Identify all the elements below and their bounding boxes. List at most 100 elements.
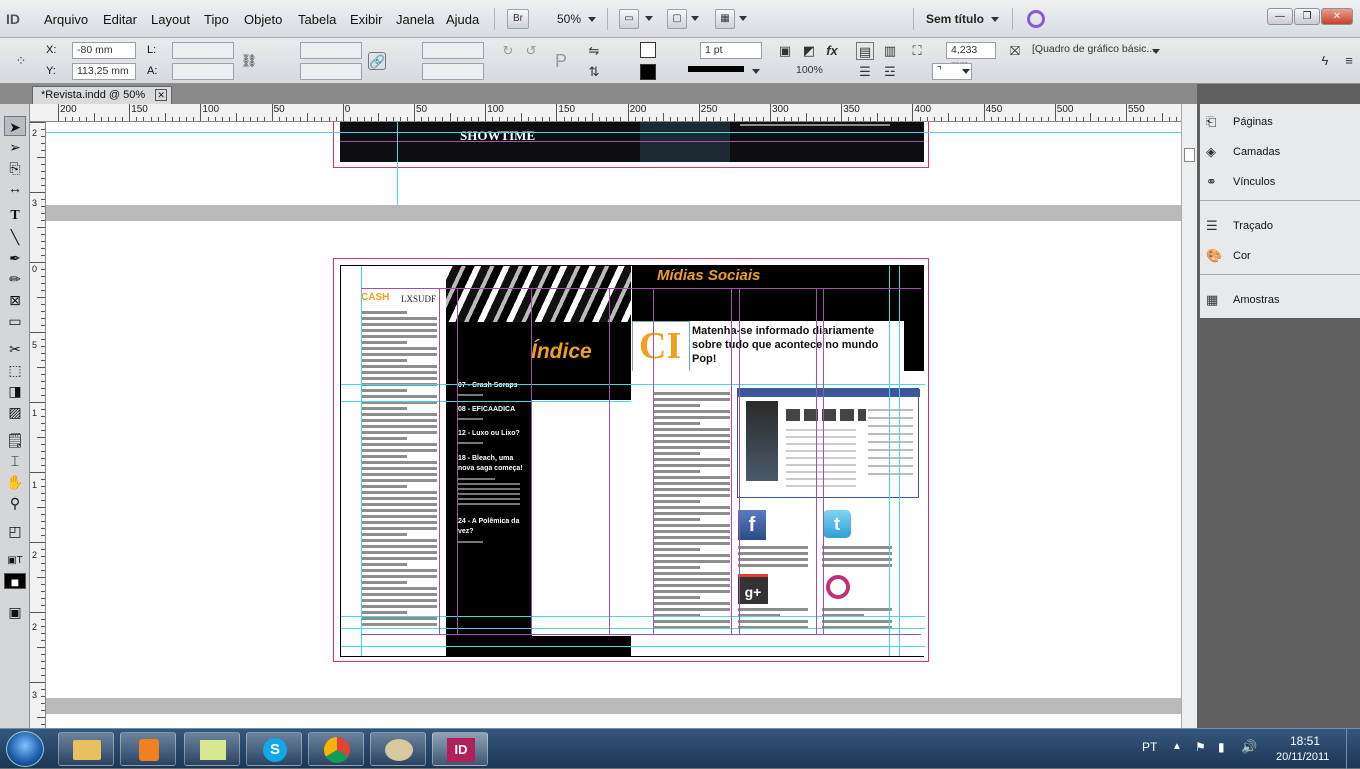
hand-tool-icon[interactable]: ✋	[4, 472, 26, 492]
panel-vinculos[interactable]: ⚭ Vínculos	[1200, 168, 1360, 196]
width-field[interactable]	[172, 42, 234, 59]
page-tool-icon[interactable]: ⎘	[4, 158, 26, 178]
flip-v-icon[interactable]: ⇅	[585, 63, 603, 81]
menu-layout[interactable]: Layout	[151, 12, 190, 27]
document-tab[interactable]: *Revista.indd @ 50% ✕	[32, 86, 173, 104]
stroke-weight-field[interactable]: 1 pt	[700, 42, 762, 59]
panel-camadas[interactable]: ◈ Camadas	[1200, 138, 1360, 166]
text-p-icon[interactable]: P	[552, 52, 570, 70]
vertical-scrollbar[interactable]	[1181, 104, 1197, 728]
object-style-dropdown[interactable]: [Quadro de gráfico básic...	[1028, 42, 1164, 59]
arrange-documents-icon[interactable]: ▦	[715, 9, 735, 29]
frame-fit-icon[interactable]: ⛶	[908, 42, 926, 60]
menu-objeto[interactable]: Objeto	[244, 12, 282, 27]
menu-editar[interactable]: Editar	[103, 12, 137, 27]
stroke-swatch[interactable]	[640, 64, 656, 80]
indesign-taskbar-icon[interactable]: ID	[432, 732, 488, 766]
object-style-icon[interactable]: ⛝	[1006, 42, 1024, 60]
gutter-field[interactable]: 4,233 mm	[946, 42, 996, 71]
rotate-cw-icon[interactable]: ↻	[499, 42, 517, 60]
chrome-taskbar-icon[interactable]	[308, 732, 364, 766]
cs-live-icon[interactable]	[1027, 10, 1045, 28]
panel-tracado[interactable]: ☰ Traçado	[1200, 212, 1360, 240]
text-wrap-alt-icon[interactable]: ▥	[881, 42, 899, 60]
facebook-icon[interactable]: f	[738, 510, 766, 540]
drop-shadow-icon[interactable]: ▣	[776, 42, 794, 60]
rectangle-tool-icon[interactable]: ▭	[4, 311, 26, 331]
left-column[interactable]: CASH LXSUDF	[341, 266, 446, 656]
network-icon[interactable]: ▮	[1218, 740, 1225, 754]
direct-selection-tool-icon[interactable]: ➢	[4, 137, 26, 157]
panel-paginas[interactable]: ⎗ Páginas	[1200, 108, 1360, 136]
flip-h-icon[interactable]: ⇋	[585, 42, 603, 60]
align-icon[interactable]: ☰	[856, 63, 874, 81]
restore-button[interactable]: ❐	[1294, 8, 1320, 25]
menu-exibir[interactable]: Exibir	[350, 12, 383, 27]
panel-amostras[interactable]: ▦ Amostras	[1200, 286, 1360, 314]
scroll-thumb[interactable]	[1184, 148, 1195, 162]
text-wrap-icon[interactable]: ▤	[856, 42, 874, 60]
bridge-button[interactable]: Br	[507, 9, 529, 29]
explorer-taskbar-icon[interactable]	[58, 732, 114, 766]
midias-page[interactable]: Mídias Sociais CI Matenha-se informado d…	[632, 266, 924, 656]
constrain-proportions-icon[interactable]: ⛓	[240, 52, 258, 70]
quick-apply-icon[interactable]: ϟ	[1316, 52, 1334, 70]
y-field[interactable]: 113,25 mm	[72, 63, 136, 80]
free-transform-tool-icon[interactable]: ⬚	[4, 360, 26, 380]
height-field[interactable]	[172, 63, 234, 80]
scissors-tool-icon[interactable]: ✂	[4, 339, 26, 359]
note-tool-icon[interactable]: 🗒	[4, 430, 26, 450]
zoom-dropdown[interactable]: 50%	[557, 12, 596, 26]
gradient-feather-tool-icon[interactable]: ▨	[4, 402, 26, 422]
view-options-icon[interactable]: ▭	[619, 9, 639, 29]
shadow-icon[interactable]: ◩	[800, 42, 818, 60]
close-button[interactable]: ✕	[1321, 8, 1353, 25]
close-tab-icon[interactable]: ✕	[155, 89, 168, 101]
opacity-field[interactable]: 100%	[796, 63, 830, 80]
rectangle-frame-tool-icon[interactable]: ⊠	[4, 290, 26, 310]
formatting-affects-icon[interactable]: ▣T	[4, 551, 26, 571]
screen-mode-icon[interactable]: ▢	[667, 9, 687, 29]
menu-janela[interactable]: Janela	[396, 12, 434, 27]
start-button[interactable]	[6, 731, 44, 767]
media-player-taskbar-icon[interactable]	[120, 732, 176, 766]
gap-tool-icon[interactable]: ↔	[4, 178, 26, 198]
scale-x-field[interactable]	[300, 42, 362, 59]
workspace-dropdown[interactable]: Sem título	[926, 12, 999, 26]
action-center-icon[interactable]: ⚑	[1195, 740, 1206, 754]
volume-icon[interactable]: 🔊	[1241, 739, 1257, 755]
fill-stroke-icon[interactable]: ◰	[4, 521, 26, 541]
menu-tipo[interactable]: Tipo	[204, 12, 229, 27]
panel-menu-icon[interactable]: ≡	[1340, 52, 1358, 70]
lock-scale-icon[interactable]: 🔗	[368, 52, 386, 70]
menu-ajuda[interactable]: Ajuda	[446, 12, 479, 27]
rotate-ccw-icon[interactable]: ↺	[522, 42, 540, 60]
type-tool-icon[interactable]: T	[4, 206, 26, 226]
apply-color-icon[interactable]: ■	[4, 573, 26, 590]
zoom-tool-icon[interactable]: ⚲	[4, 493, 26, 513]
line-tool-icon[interactable]: ╲	[4, 227, 26, 247]
fill-swatch[interactable]	[640, 42, 656, 58]
rotation-field[interactable]	[422, 42, 484, 59]
twitter-icon[interactable]: t	[823, 510, 851, 538]
pencil-tool-icon[interactable]: ✏	[4, 269, 26, 289]
document-canvas[interactable]: SHOWTIME CASH LXSUDF Índice 07 - Crash S…	[46, 122, 1181, 728]
panel-cor[interactable]: 🎨 Cor	[1200, 242, 1360, 270]
notes-taskbar-icon[interactable]	[184, 732, 240, 766]
menu-tabela[interactable]: Tabela	[298, 12, 336, 27]
orkut-icon[interactable]	[826, 575, 850, 599]
screen-mode-tool-icon[interactable]: ▣	[4, 602, 26, 622]
skype-taskbar-icon[interactable]: S	[246, 732, 302, 766]
show-desktop-button[interactable]	[1346, 729, 1360, 769]
show-hidden-icons-icon[interactable]: ▲	[1172, 741, 1182, 752]
x-field[interactable]: -80 mm	[72, 42, 136, 59]
minimize-button[interactable]: —	[1267, 8, 1293, 25]
menu-arquivo[interactable]: Arquivo	[44, 12, 88, 27]
indice-panel[interactable]: Índice 07 - Crash Soraps 08 - EFICAADICA…	[446, 266, 631, 656]
clock-date[interactable]: 20/11/2011	[1276, 751, 1329, 763]
pen-tool-icon[interactable]: ✒	[4, 248, 26, 268]
distribute-icon[interactable]: ☲	[881, 63, 899, 81]
spread[interactable]: CASH LXSUDF Índice 07 - Crash Soraps 08 …	[340, 265, 925, 657]
reference-point-icon[interactable]: ⁘	[12, 52, 30, 70]
effects-icon[interactable]: fx	[823, 42, 841, 60]
